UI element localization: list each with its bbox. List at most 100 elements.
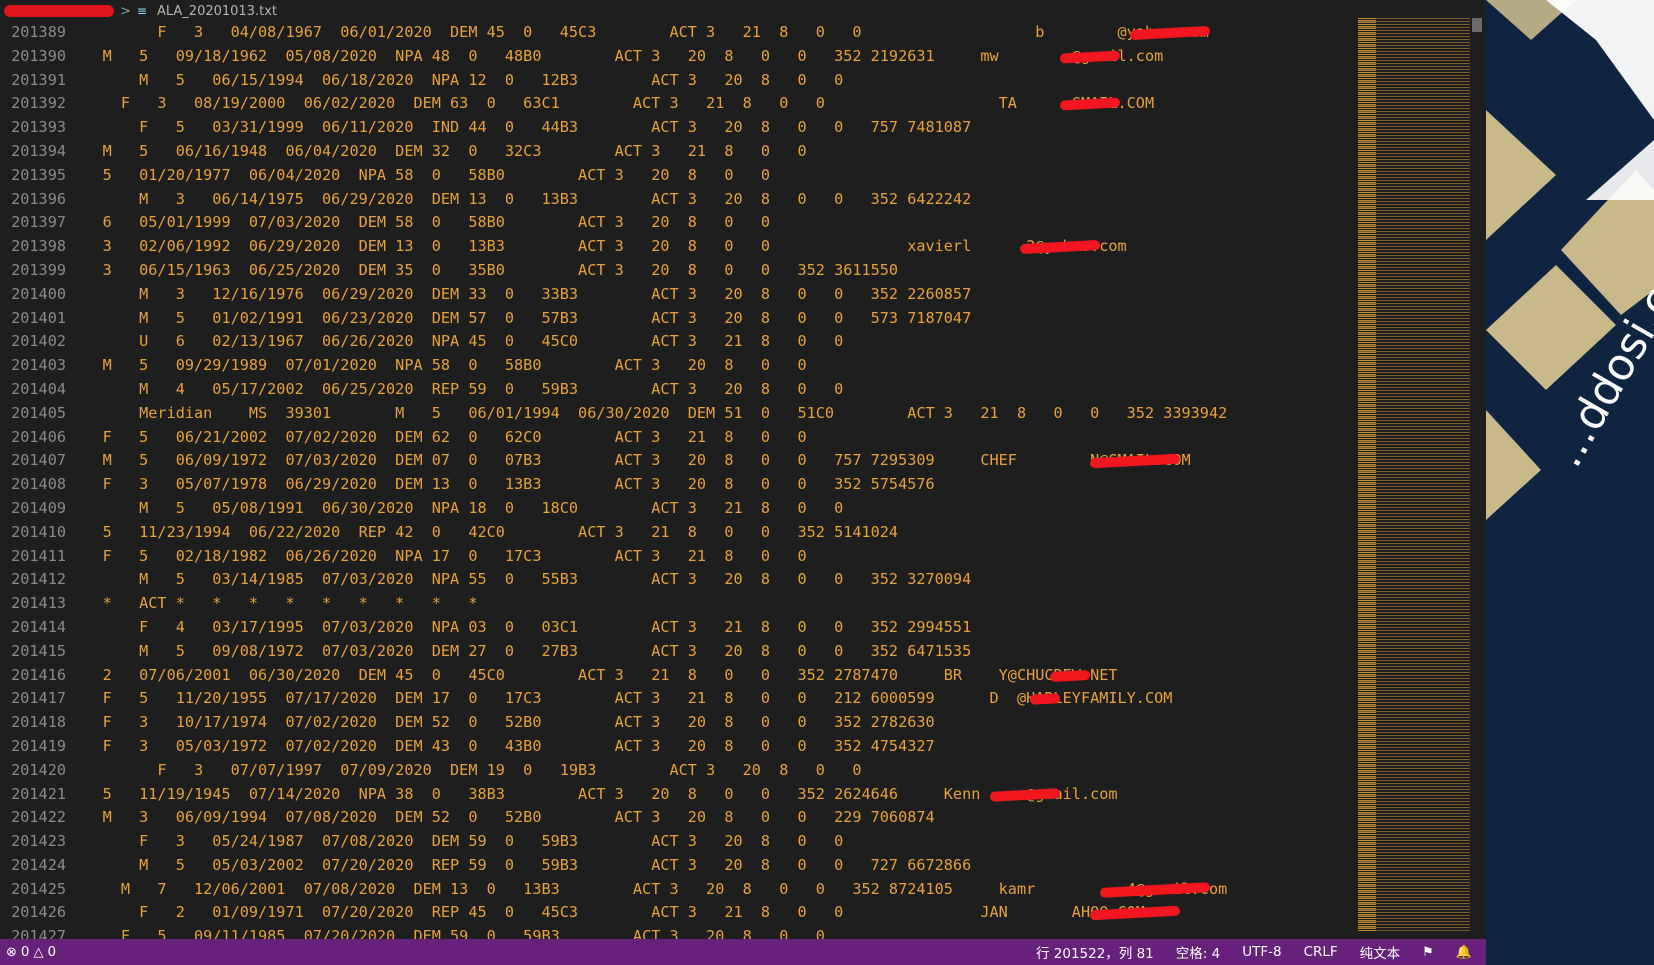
warning-count[interactable]: 0: [48, 944, 57, 960]
code-lines: 201389 F 3 04/08/1967 06/01/2020 DEM 45 …: [0, 21, 1486, 939]
code-line[interactable]: 201405 Meridian MS 39301 M 5 06/01/1994 …: [0, 402, 1486, 426]
error-count[interactable]: 0: [21, 944, 30, 960]
code-line[interactable]: 201393 F 5 03/31/1999 06/11/2020 IND 44 …: [0, 116, 1486, 140]
code-line[interactable]: 201390 M 5 09/18/1962 05/08/2020 NPA 48 …: [0, 45, 1486, 69]
line-text[interactable]: F 2 01/09/1971 07/20/2020 REP 45 0 45C3 …: [66, 901, 1145, 925]
line-text[interactable]: M 5 03/14/1985 07/03/2020 NPA 55 0 55B3 …: [66, 568, 971, 592]
line-text[interactable]: M 5 06/09/1972 07/03/2020 DEM 07 0 07B3 …: [66, 449, 1191, 473]
line-text[interactable]: F 5 02/18/1982 06/26/2020 NPA 17 0 17C3 …: [66, 545, 807, 569]
line-text[interactable]: M 5 01/02/1991 06/23/2020 DEM 57 0 57B3 …: [66, 307, 971, 331]
minimap[interactable]: [1358, 18, 1470, 932]
line-text[interactable]: M 7 12/06/2001 07/08/2020 DEM 13 0 13B3 …: [66, 878, 1227, 902]
bell-icon[interactable]: 🔔: [1456, 945, 1472, 960]
line-number: 201411: [11, 546, 66, 565]
feedback-icon[interactable]: ⚑: [1422, 945, 1434, 960]
line-number: 201390: [11, 46, 66, 65]
code-line[interactable]: 201389 F 3 04/08/1967 06/01/2020 DEM 45 …: [0, 21, 1486, 45]
breadcrumb-file[interactable]: ALA_20201013.txt: [153, 4, 281, 19]
line-text[interactable]: M 5 09/18/1962 05/08/2020 NPA 48 0 48B0 …: [66, 45, 1164, 69]
chevron-right-icon[interactable]: >: [120, 4, 131, 19]
cursor-position[interactable]: 行 201522，列 81: [1036, 942, 1154, 962]
code-line[interactable]: 201419 F 3 05/03/1972 07/02/2020 DEM 43 …: [0, 735, 1486, 759]
code-line[interactable]: 201422 M 3 06/09/1994 07/08/2020 DEM 52 …: [0, 806, 1486, 830]
end-of-line[interactable]: CRLF: [1304, 944, 1338, 960]
line-text[interactable]: F 5 11/20/1955 07/17/2020 DEM 17 0 17C3 …: [66, 687, 1173, 711]
code-line[interactable]: 201401 M 5 01/02/1991 06/23/2020 DEM 57 …: [0, 307, 1486, 331]
code-line[interactable]: 201406 F 5 06/21/2002 07/02/2020 DEM 62 …: [0, 426, 1486, 450]
line-text[interactable]: M 5 06/15/1994 06/18/2020 NPA 12 0 12B3 …: [66, 69, 843, 93]
line-text[interactable]: F 5 09/11/1985 07/20/2020 DEM 59 0 59B3 …: [66, 925, 825, 939]
code-line[interactable]: 201420 F 3 07/07/1997 07/09/2020 DEM 19 …: [0, 759, 1486, 783]
code-line[interactable]: 201407 M 5 06/09/1972 07/03/2020 DEM 07 …: [0, 449, 1486, 473]
code-line[interactable]: 201398 3 02/06/1992 06/29/2020 DEM 13 0 …: [0, 235, 1486, 259]
line-text[interactable]: * ACT * * * * * * * * *: [66, 592, 478, 616]
line-number: 201393: [11, 118, 66, 137]
line-text[interactable]: 6 05/01/1999 07/03/2020 DEM 58 0 58B0 AC…: [66, 211, 771, 235]
code-line[interactable]: 201427 F 5 09/11/1985 07/20/2020 DEM 59 …: [0, 925, 1486, 939]
code-line[interactable]: 201408 F 3 05/07/1978 06/29/2020 DEM 13 …: [0, 473, 1486, 497]
code-line[interactable]: 201416 2 07/06/2001 06/30/2020 DEM 45 0 …: [0, 664, 1486, 688]
code-line[interactable]: 201391 M 5 06/15/1994 06/18/2020 NPA 12 …: [0, 69, 1486, 93]
code-line[interactable]: 201415 M 5 09/08/1972 07/03/2020 DEM 27 …: [0, 640, 1486, 664]
line-text[interactable]: Meridian MS 39301 M 5 06/01/1994 06/30/2…: [66, 402, 1227, 426]
line-text[interactable]: M 5 09/29/1989 07/01/2020 NPA 58 0 58B0 …: [66, 354, 807, 378]
code-line[interactable]: 201425 M 7 12/06/2001 07/08/2020 DEM 13 …: [0, 878, 1486, 902]
code-line[interactable]: 201392 F 3 08/19/2000 06/02/2020 DEM 63 …: [0, 92, 1486, 116]
code-line[interactable]: 201417 F 5 11/20/1955 07/17/2020 DEM 17 …: [0, 687, 1486, 711]
line-text[interactable]: M 3 12/16/1976 06/29/2020 DEM 33 0 33B3 …: [66, 283, 971, 307]
warning-icon[interactable]: △: [34, 945, 44, 960]
code-line[interactable]: 201402 U 6 02/13/1967 06/26/2020 NPA 45 …: [0, 330, 1486, 354]
error-icon[interactable]: ⊗: [6, 945, 17, 960]
line-text[interactable]: M 3 06/14/1975 06/29/2020 DEM 13 0 13B3 …: [66, 188, 971, 212]
line-text[interactable]: 3 02/06/1992 06/29/2020 DEM 13 0 13B3 AC…: [66, 235, 1127, 259]
line-text[interactable]: U 6 02/13/1967 06/26/2020 NPA 45 0 45C0 …: [66, 330, 843, 354]
editor[interactable]: 201389 F 3 04/08/1967 06/01/2020 DEM 45 …: [0, 21, 1486, 939]
line-text[interactable]: 5 11/23/1994 06/22/2020 REP 42 0 42C0 AC…: [66, 521, 899, 545]
code-line[interactable]: 201410 5 11/23/1994 06/22/2020 REP 42 0 …: [0, 521, 1486, 545]
line-text[interactable]: M 5 09/08/1972 07/03/2020 DEM 27 0 27B3 …: [66, 640, 971, 664]
code-line[interactable]: 201409 M 5 05/08/1991 06/30/2020 NPA 18 …: [0, 497, 1486, 521]
line-text[interactable]: 2 07/06/2001 06/30/2020 DEM 45 0 45C0 AC…: [66, 664, 1118, 688]
line-text[interactable]: F 3 05/24/1987 07/08/2020 DEM 59 0 59B3 …: [66, 830, 843, 854]
line-text[interactable]: 5 01/20/1977 06/04/2020 NPA 58 0 58B0 AC…: [66, 164, 771, 188]
line-text[interactable]: F 3 07/07/1997 07/09/2020 DEM 19 0 19B3 …: [66, 759, 861, 783]
scrollbar-thumb[interactable]: [1472, 18, 1482, 32]
line-text[interactable]: F 3 08/19/2000 06/02/2020 DEM 63 0 63C1 …: [66, 92, 1154, 116]
line-text[interactable]: F 3 05/03/1972 07/02/2020 DEM 43 0 43B0 …: [66, 735, 935, 759]
line-text[interactable]: 3 06/15/1963 06/25/2020 DEM 35 0 35B0 AC…: [66, 259, 899, 283]
code-line[interactable]: 201421 5 11/19/1945 07/14/2020 NPA 38 0 …: [0, 783, 1486, 807]
code-line[interactable]: 201396 M 3 06/14/1975 06/29/2020 DEM 13 …: [0, 188, 1486, 212]
line-text[interactable]: 5 11/19/1945 07/14/2020 NPA 38 0 38B3 AC…: [66, 783, 1118, 807]
line-text[interactable]: F 3 05/07/1978 06/29/2020 DEM 13 0 13B3 …: [66, 473, 935, 497]
line-number: 201424: [11, 855, 66, 874]
indentation[interactable]: 空格: 4: [1176, 942, 1220, 962]
line-text[interactable]: F 5 03/31/1999 06/11/2020 IND 44 0 44B3 …: [66, 116, 971, 140]
code-line[interactable]: 201397 6 05/01/1999 07/03/2020 DEM 58 0 …: [0, 211, 1486, 235]
line-text[interactable]: F 5 06/21/2002 07/02/2020 DEM 62 0 62C0 …: [66, 426, 807, 450]
code-line[interactable]: 201394 M 5 06/16/1948 06/04/2020 DEM 32 …: [0, 140, 1486, 164]
code-line[interactable]: 201413 * ACT * * * * * * * * *: [0, 592, 1486, 616]
code-line[interactable]: 201404 M 4 05/17/2002 06/25/2020 REP 59 …: [0, 378, 1486, 402]
code-line[interactable]: 201424 M 5 05/03/2002 07/20/2020 REP 59 …: [0, 854, 1486, 878]
code-line[interactable]: 201423 F 3 05/24/1987 07/08/2020 DEM 59 …: [0, 830, 1486, 854]
line-text[interactable]: M 4 05/17/2002 06/25/2020 REP 59 0 59B3 …: [66, 378, 843, 402]
code-line[interactable]: 201418 F 3 10/17/1974 07/02/2020 DEM 52 …: [0, 711, 1486, 735]
code-line[interactable]: 201400 M 3 12/16/1976 06/29/2020 DEM 33 …: [0, 283, 1486, 307]
wallpaper-logo: ...ddosi.com: [1486, 0, 1654, 965]
code-line[interactable]: 201414 F 4 03/17/1995 07/03/2020 NPA 03 …: [0, 616, 1486, 640]
code-line[interactable]: 201403 M 5 09/29/1989 07/01/2020 NPA 58 …: [0, 354, 1486, 378]
language-mode[interactable]: 纯文本: [1360, 942, 1401, 962]
code-line[interactable]: 201395 5 01/20/1977 06/04/2020 NPA 58 0 …: [0, 164, 1486, 188]
line-text[interactable]: F 3 04/08/1967 06/01/2020 DEM 45 0 45C3 …: [66, 21, 1209, 45]
line-text[interactable]: F 3 10/17/1974 07/02/2020 DEM 52 0 52B0 …: [66, 711, 935, 735]
line-text[interactable]: M 5 06/16/1948 06/04/2020 DEM 32 0 32C3 …: [66, 140, 807, 164]
encoding[interactable]: UTF-8: [1242, 944, 1281, 960]
code-line[interactable]: 201411 F 5 02/18/1982 06/26/2020 NPA 17 …: [0, 545, 1486, 569]
line-text[interactable]: F 4 03/17/1995 07/03/2020 NPA 03 0 03C1 …: [66, 616, 971, 640]
code-line[interactable]: 201399 3 06/15/1963 06/25/2020 DEM 35 0 …: [0, 259, 1486, 283]
line-text[interactable]: M 3 06/09/1994 07/08/2020 DEM 52 0 52B0 …: [66, 806, 935, 830]
code-line[interactable]: 201426 F 2 01/09/1971 07/20/2020 REP 45 …: [0, 901, 1486, 925]
line-text[interactable]: M 5 05/03/2002 07/20/2020 REP 59 0 59B3 …: [66, 854, 971, 878]
line-text[interactable]: M 5 05/08/1991 06/30/2020 NPA 18 0 18C0 …: [66, 497, 843, 521]
code-line[interactable]: 201412 M 5 03/14/1985 07/03/2020 NPA 55 …: [0, 568, 1486, 592]
